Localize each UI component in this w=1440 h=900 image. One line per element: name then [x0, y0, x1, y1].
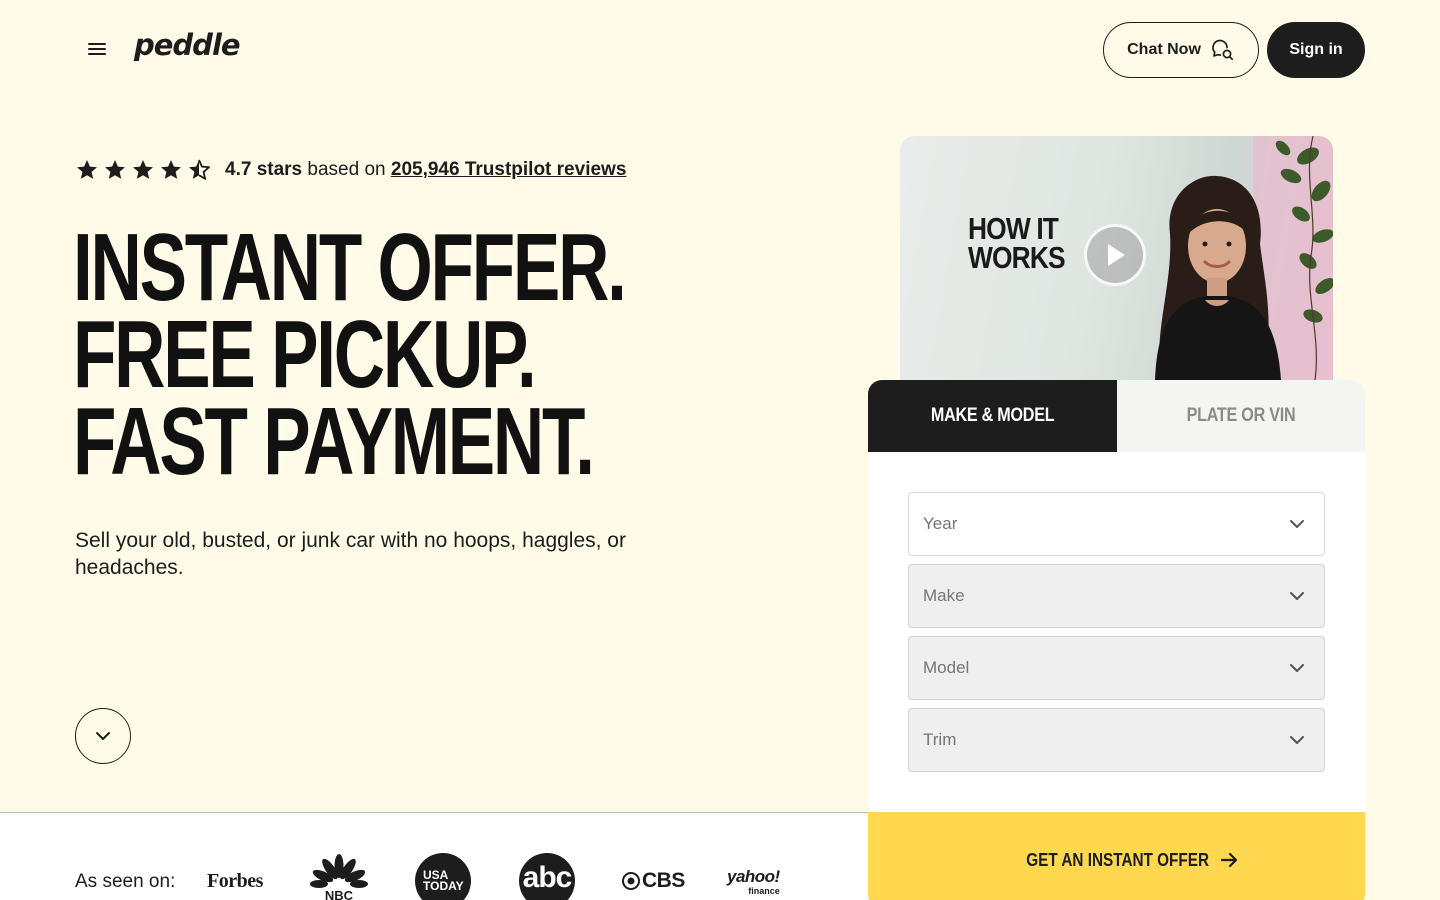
cbs-eye-icon — [622, 872, 640, 890]
star-rating — [75, 158, 211, 182]
trustpilot-rating: 4.7 stars based on 205,946 Trustpilot re… — [75, 158, 626, 182]
yahoo-finance-logo: yahoo! finance — [727, 867, 780, 896]
star-icon — [105, 160, 125, 179]
rating-value: 4.7 stars — [225, 159, 303, 180]
chevron-down-icon — [1290, 592, 1304, 600]
abc-logo: abc — [519, 853, 575, 900]
headline-line-2: FREE PICKUP. — [73, 301, 537, 408]
chat-now-button[interactable]: Chat Now — [1103, 22, 1259, 78]
chevron-down-icon — [96, 732, 110, 740]
tab-plate-or-vin[interactable]: PLATE OR VIN — [1116, 380, 1365, 452]
trim-select[interactable]: Trim — [908, 708, 1325, 772]
as-seen-on-label: As seen on: — [75, 871, 176, 892]
nbc-logo: NBC — [310, 852, 368, 900]
star-icon — [77, 160, 97, 179]
tab-make-model[interactable]: MAKE & MODEL — [868, 380, 1117, 452]
trim-select-placeholder: Trim — [923, 730, 957, 749]
chevron-down-icon — [1290, 736, 1304, 744]
hero-subtext: Sell your old, busted, or junk car with … — [75, 529, 626, 579]
star-icon — [161, 160, 181, 179]
headline-line-3: FAST PAYMENT. — [73, 388, 595, 495]
play-icon — [1108, 244, 1125, 266]
how-it-works-video[interactable]: HOW IT WORKS — [900, 136, 1333, 380]
offer-form-tabs: MAKE & MODEL PLATE OR VIN — [868, 380, 1365, 452]
cbs-logo: CBS — [622, 869, 685, 893]
chat-search-icon — [1212, 39, 1233, 61]
year-select[interactable]: Year — [908, 492, 1325, 556]
presenter-image — [1155, 175, 1281, 380]
site-header: peddle Chat Now Sign in — [0, 0, 1440, 100]
model-select[interactable]: Model — [908, 636, 1325, 700]
play-button[interactable] — [1084, 224, 1146, 286]
peddle-logo[interactable]: peddle — [134, 28, 241, 62]
hero-headline: INSTANT OFFER. FREE PICKUP. FAST PAYMENT… — [73, 214, 819, 495]
trustpilot-reviews-link[interactable]: 205,946 Trustpilot reviews — [391, 159, 627, 180]
half-star-icon — [189, 159, 210, 180]
svg-text:NBC: NBC — [325, 888, 354, 900]
headline-line-1: INSTANT OFFER. — [73, 214, 627, 321]
model-select-placeholder: Model — [923, 658, 970, 677]
star-icon — [133, 160, 153, 179]
usa-today-logo: USA TODAY — [415, 853, 471, 900]
sign-in-button[interactable]: Sign in — [1267, 22, 1365, 78]
how-it-works-title: HOW IT WORKS — [968, 211, 1066, 275]
chat-now-label: Chat Now — [1127, 41, 1201, 58]
rating-connector: based on — [307, 159, 386, 180]
scroll-down-button[interactable] — [75, 708, 131, 764]
get-instant-offer-button[interactable]: GET AN INSTANT OFFER — [868, 812, 1365, 900]
chevron-down-icon — [1290, 664, 1304, 672]
make-select-placeholder: Make — [923, 586, 965, 605]
offer-form: Year Make Model Trim — [868, 452, 1365, 814]
cta-label: GET AN INSTANT OFFER — [1026, 850, 1209, 870]
forbes-logo: Forbes — [207, 870, 263, 892]
arrow-right-icon — [1220, 852, 1238, 868]
menu-icon[interactable] — [84, 36, 110, 62]
year-select-placeholder: Year — [923, 514, 958, 533]
make-select[interactable]: Make — [908, 564, 1325, 628]
chevron-down-icon — [1290, 520, 1304, 528]
